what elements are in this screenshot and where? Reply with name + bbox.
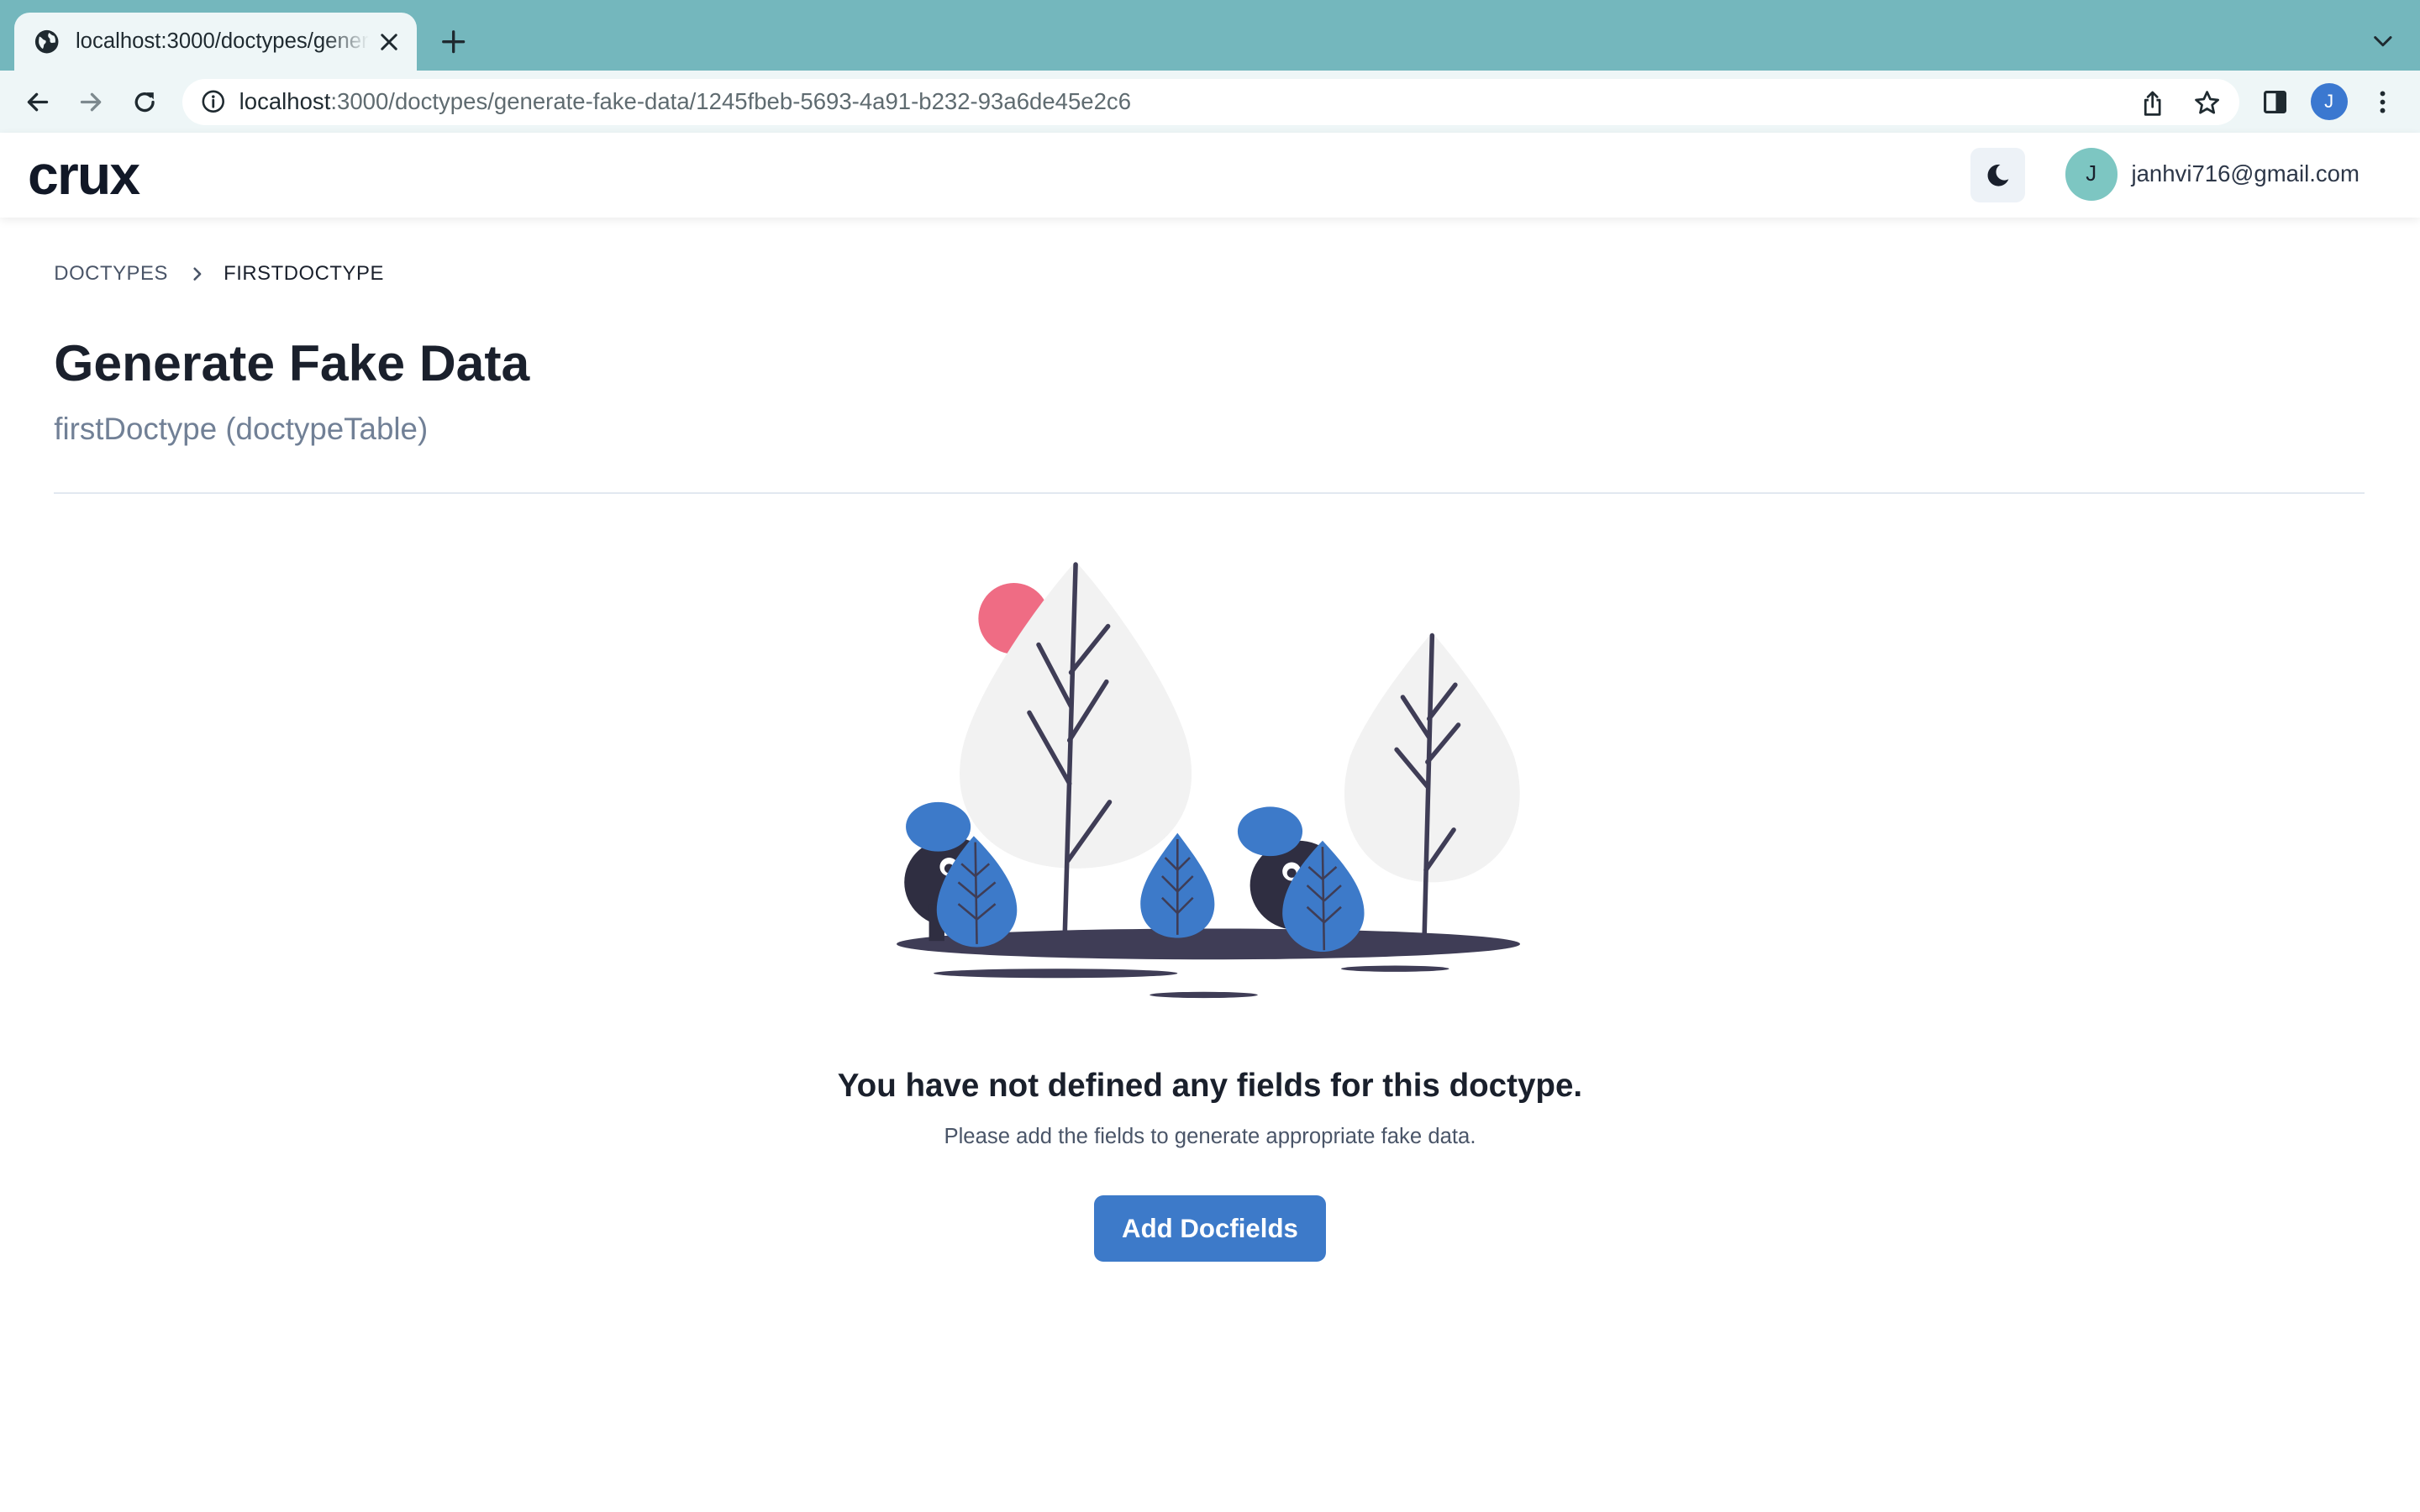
page-title: Generate Fake Data — [54, 333, 530, 391]
breadcrumb-item-doctypes[interactable]: DOCTYPES — [54, 262, 168, 286]
globe-icon — [34, 29, 60, 55]
address-bar[interactable]: localhost:3000/doctypes/generate-fake-da… — [182, 78, 2240, 125]
empty-state-title: You have not defined any fields for this… — [837, 1067, 1583, 1104]
divider — [54, 491, 2365, 494]
chevron-down-icon[interactable] — [2368, 26, 2399, 57]
kebab-menu-icon[interactable] — [2365, 83, 2402, 120]
breadcrumb-item-current: FIRSTDOCTYPE — [224, 262, 384, 286]
browser-tab[interactable]: localhost:3000/doctypes/generate-fake-da… — [13, 12, 417, 71]
empty-state-description: Please add the fields to generate approp… — [944, 1124, 1476, 1148]
ground-shadow — [1150, 991, 1258, 999]
browser-tab-strip: localhost:3000/doctypes/generate-fake-da… — [0, 0, 2420, 71]
info-icon[interactable] — [201, 90, 225, 114]
user-email[interactable]: janhvi716@gmail.com — [2131, 160, 2359, 187]
side-panel-icon[interactable] — [2256, 83, 2293, 120]
avatar[interactable]: J — [2065, 148, 2118, 201]
app-logo[interactable]: crux — [28, 144, 140, 207]
add-docfields-button[interactable]: Add Docfields — [1094, 1195, 1326, 1263]
theme-toggle-button[interactable] — [1970, 148, 2025, 202]
arrow-right-icon[interactable] — [72, 83, 109, 120]
share-icon[interactable] — [2139, 90, 2167, 118]
breadcrumb: DOCTYPES FIRSTDOCTYPE — [54, 262, 384, 286]
moon-icon — [1984, 161, 2012, 189]
close-icon[interactable] — [376, 29, 401, 54]
plus-icon[interactable] — [437, 24, 471, 58]
browser-profile-avatar[interactable]: J — [2310, 83, 2348, 121]
ground-shadow — [1341, 965, 1449, 973]
reload-icon[interactable] — [127, 83, 164, 120]
url-path: :3000/doctypes/generate-fake-data/1245fb… — [330, 88, 1132, 115]
browser-toolbar: localhost:3000/doctypes/generate-fake-da… — [0, 71, 2420, 134]
page-subtitle: firstDoctype (doctypeTable) — [54, 412, 429, 447]
chevron-right-icon — [192, 266, 204, 281]
star-icon[interactable] — [2193, 90, 2221, 118]
ground-shadow — [934, 969, 1178, 979]
url-text: localhost:3000/doctypes/generate-fake-da… — [239, 88, 1131, 115]
empty-state-illustration — [897, 561, 1521, 999]
url-host: localhost — [239, 88, 331, 115]
tab-title: localhost:3000/doctypes/generate-fake-da… — [75, 29, 369, 54]
app-header: crux J janhvi716@gmail.com — [0, 132, 2420, 218]
arrow-left-icon[interactable] — [18, 83, 55, 120]
